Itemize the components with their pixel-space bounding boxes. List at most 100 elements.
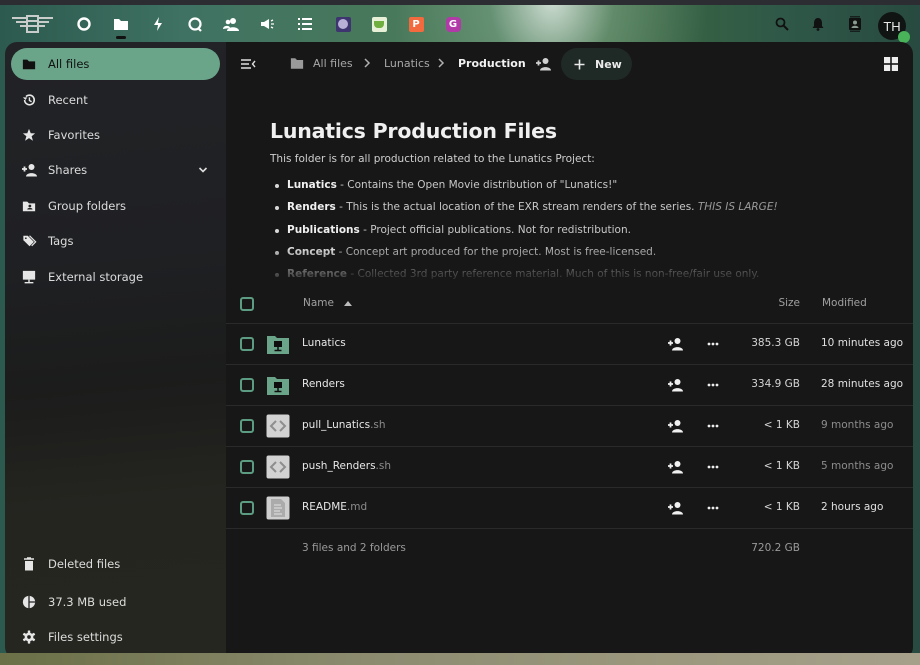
- item-emphasis: THIS IS LARGE!: [697, 201, 778, 214]
- megaphone-icon: [261, 19, 274, 29]
- breadcrumb-all-files[interactable]: All files: [313, 57, 353, 70]
- toggle-navigation-icon[interactable]: [240, 56, 256, 72]
- more-actions-icon[interactable]: [706, 378, 720, 392]
- sidebar-item-deleted-files[interactable]: Deleted files: [11, 548, 220, 580]
- app-announcements[interactable]: [255, 11, 281, 37]
- avatar-initials: TH: [883, 18, 901, 34]
- table-row[interactable]: Renders 334.9 GB 28 minutes ago: [226, 365, 913, 406]
- sidebar-item-all-files[interactable]: All files: [11, 48, 220, 80]
- files-table: Name Size Modified Lunatics 385.3 GB 10 …: [226, 284, 913, 554]
- share-icon[interactable]: [667, 419, 683, 433]
- external-folder-icon: [266, 373, 290, 397]
- file-name[interactable]: push_Renders.sh: [302, 460, 391, 472]
- row-checkbox[interactable]: [240, 419, 254, 433]
- sidebar-item-label: Files settings: [48, 630, 123, 644]
- sidebar-item-files-settings[interactable]: Files settings: [11, 621, 220, 653]
- row-checkbox[interactable]: [240, 337, 254, 351]
- breadcrumb-folder-icon: [290, 58, 304, 69]
- app-activity[interactable]: [145, 11, 171, 37]
- more-actions-icon[interactable]: [706, 501, 720, 515]
- sidebar-item-label: Deleted files: [48, 557, 121, 571]
- app-files[interactable]: [108, 11, 134, 39]
- column-header-modified[interactable]: Modified: [822, 297, 867, 309]
- file-name[interactable]: Renders: [302, 378, 345, 390]
- table-summary: 3 files and 2 folders 720.2 GB: [226, 529, 913, 570]
- row-checkbox[interactable]: [240, 378, 254, 392]
- sidebar-item-recent[interactable]: Recent: [11, 84, 220, 116]
- grid-view-icon[interactable]: [884, 57, 898, 71]
- contacts-icon: [223, 18, 239, 31]
- sidebar-item-favorites[interactable]: Favorites: [11, 119, 220, 151]
- file-modified: 28 minutes ago: [821, 378, 904, 390]
- column-header-size[interactable]: Size: [778, 297, 800, 309]
- app-g[interactable]: G: [440, 11, 466, 37]
- share-icon[interactable]: [667, 460, 683, 474]
- app-purple[interactable]: [330, 11, 356, 37]
- app-tasks[interactable]: [292, 11, 318, 37]
- cloud-logo[interactable]: [10, 14, 55, 34]
- summary-total-size: 720.2 GB: [751, 542, 800, 554]
- share-icon[interactable]: [667, 337, 683, 351]
- column-header-name[interactable]: Name: [303, 297, 334, 309]
- app-patreon[interactable]: P: [403, 11, 429, 37]
- readme-fade-overlay: [270, 244, 890, 280]
- app-green[interactable]: [366, 11, 392, 37]
- new-button[interactable]: New: [561, 48, 632, 80]
- readme-list-item: Renders - This is the actual location of…: [270, 196, 890, 218]
- breadcrumb-lunatics[interactable]: Lunatics: [384, 57, 430, 70]
- item-title: Lunatics: [287, 179, 337, 191]
- sidebar-item-external-storage[interactable]: External storage: [11, 261, 220, 293]
- file-name[interactable]: pull_Lunatics.sh: [302, 419, 386, 431]
- file-basename: Renders: [302, 378, 345, 390]
- file-basename: pull_Lunatics: [302, 419, 371, 431]
- sidebar-item-label: Favorites: [48, 128, 100, 142]
- folder-icon: [114, 19, 128, 30]
- table-row[interactable]: README.md < 1 KB 2 hours ago: [226, 488, 913, 529]
- sidebar-item-label: External storage: [48, 270, 144, 284]
- app-contacts[interactable]: [218, 11, 244, 37]
- desktop-background: [0, 653, 920, 665]
- file-name[interactable]: README.md: [302, 501, 367, 513]
- active-indicator: [116, 36, 126, 39]
- more-actions-icon[interactable]: [706, 419, 720, 433]
- share-folder-icon[interactable]: [535, 57, 551, 71]
- gear-icon: [21, 629, 37, 645]
- file-basename: push_Renders: [302, 460, 376, 472]
- share-icon[interactable]: [667, 378, 683, 392]
- bell-icon: [812, 18, 824, 31]
- row-checkbox[interactable]: [240, 460, 254, 474]
- select-all-checkbox[interactable]: [240, 297, 254, 311]
- table-row[interactable]: push_Renders.sh < 1 KB 5 months ago: [226, 447, 913, 488]
- chevron-down-icon[interactable]: [196, 163, 210, 177]
- breadcrumb-production[interactable]: Production: [458, 57, 526, 70]
- table-row[interactable]: Lunatics 385.3 GB 10 minutes ago: [226, 324, 913, 365]
- app-dashboard[interactable]: [71, 11, 97, 37]
- readme-list-item: Publications - Project official publicat…: [270, 219, 890, 241]
- readme-intro: This folder is for all production relate…: [270, 153, 595, 165]
- share-icon[interactable]: [667, 501, 683, 515]
- sidebar-item-tags[interactable]: Tags: [11, 225, 220, 257]
- file-modified: 9 months ago: [821, 419, 894, 431]
- file-name[interactable]: Lunatics: [302, 337, 346, 349]
- share-icon: [21, 162, 37, 178]
- storage-quota[interactable]: 37.3 MB used: [11, 586, 220, 618]
- contacts-menu-icon: [849, 16, 861, 32]
- unified-search-button[interactable]: [769, 11, 795, 37]
- item-text: - Contains the Open Movie distribution o…: [336, 179, 618, 191]
- table-row[interactable]: pull_Lunatics.sh < 1 KB 9 months ago: [226, 406, 913, 447]
- readme-list-item: Lunatics - Contains the Open Movie distr…: [270, 174, 890, 196]
- contacts-menu-button[interactable]: [842, 11, 868, 37]
- app-talk[interactable]: [182, 11, 208, 37]
- chevron-right-icon: [438, 58, 445, 68]
- patreon-icon: P: [408, 16, 424, 32]
- text-file-icon: [266, 496, 290, 520]
- file-size: < 1 KB: [763, 501, 800, 513]
- more-actions-icon[interactable]: [706, 460, 720, 474]
- notifications-button[interactable]: [805, 11, 831, 37]
- sidebar-item-group-folders[interactable]: Group folders: [11, 190, 220, 222]
- sidebar-item-shares[interactable]: Shares: [11, 154, 220, 186]
- user-avatar[interactable]: TH: [878, 12, 910, 43]
- row-checkbox[interactable]: [240, 501, 254, 515]
- table-header: Name Size Modified: [226, 284, 913, 324]
- more-actions-icon[interactable]: [706, 337, 720, 351]
